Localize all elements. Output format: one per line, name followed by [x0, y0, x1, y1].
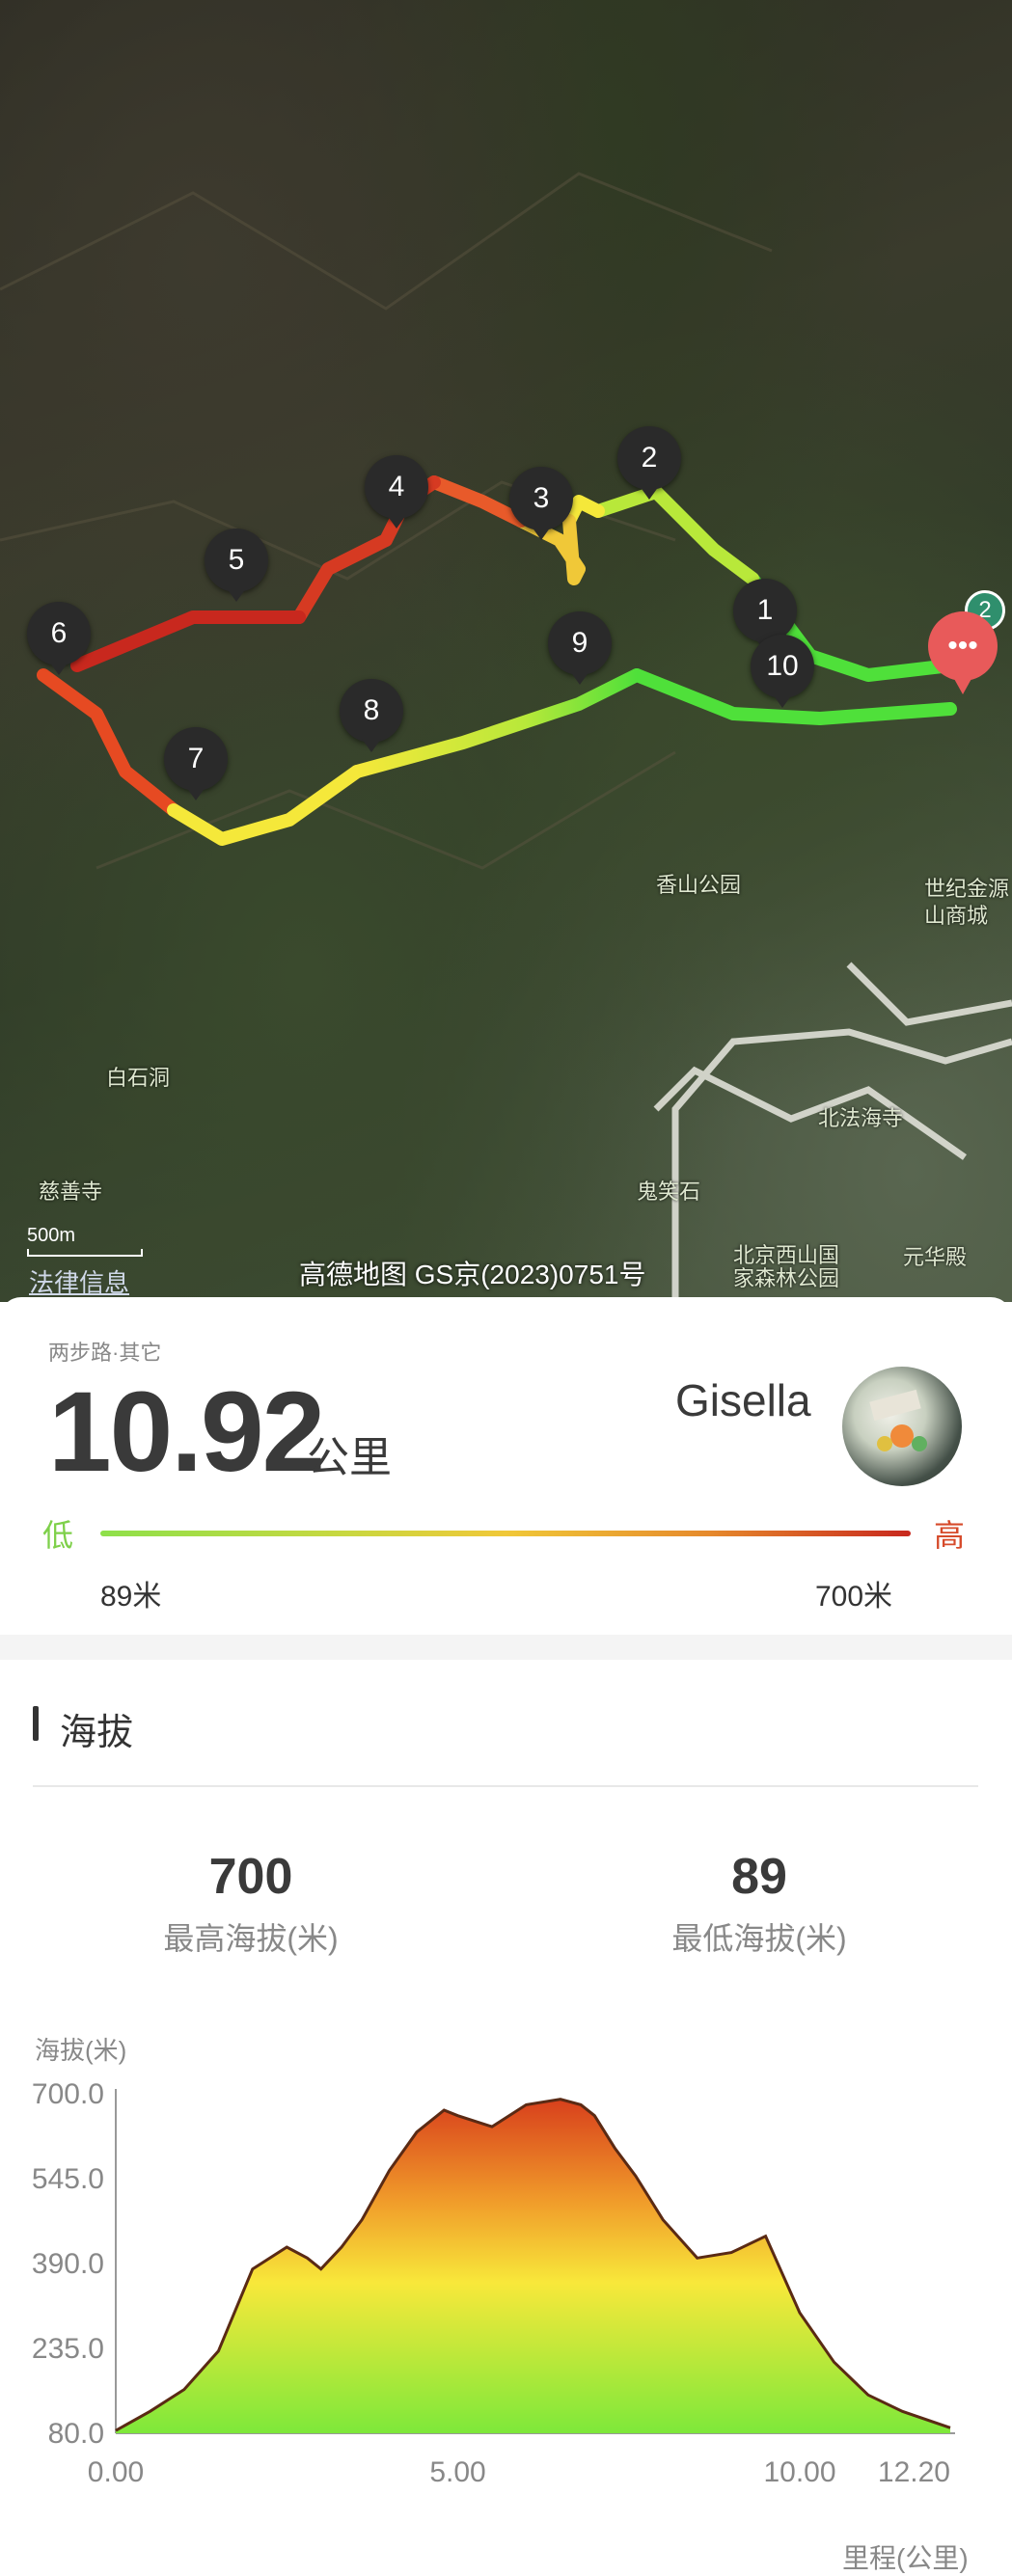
y-tick-label: 390.0 [32, 2248, 104, 2280]
chart-x-label: 里程(公里) [842, 2543, 969, 2573]
route-marker-7[interactable]: 7 [164, 727, 228, 800]
elevation-area [116, 2099, 950, 2433]
distance-unit: 公里 [307, 1434, 392, 1481]
map-label: 白石洞 [106, 1066, 171, 1090]
y-tick-label: 700.0 [32, 2078, 104, 2110]
high-label: 高 [934, 1518, 966, 1553]
high-value: 700米 [815, 1581, 893, 1613]
map-label: 慈善寺 [39, 1180, 103, 1204]
avatar-image [869, 1389, 927, 1451]
map-label: 北法海寺 [818, 1106, 904, 1130]
scale-label: 500m [27, 1225, 76, 1246]
route-marker-3[interactable]: 3 [509, 467, 573, 540]
map-copyright: 高德地图 GS京(2023)0751号 [299, 1260, 646, 1289]
route-map[interactable]: 1 2 3 4 5 6 7 8 9 10 香山公园 白石洞 慈善寺 鬼笑石 北法… [0, 0, 1012, 1302]
map-label: 元华殿 [903, 1245, 968, 1269]
section-divider-line [33, 1785, 978, 1787]
route-marker-10[interactable]: 10 [751, 635, 814, 708]
map-label: 鬼笑石 [637, 1180, 701, 1204]
route-marker-4[interactable]: 4 [365, 455, 428, 529]
x-ticks: 0.00 5.00 10.00 12.20 [88, 2456, 950, 2488]
min-elevation-value: 89 [731, 1849, 787, 1905]
map-label: 香山公园 [656, 873, 742, 897]
route-marker-9[interactable]: 9 [548, 611, 612, 685]
min-elevation-label: 最低海拔(米) [671, 1921, 847, 1956]
map-label: 山商城 [924, 904, 989, 928]
x-tick-label: 0.00 [88, 2456, 144, 2488]
route-marker-1[interactable]: 1 [733, 579, 797, 652]
elevation-section: 海拔 700 最高海拔(米) 89 最低海拔(米) 海拔(米) 700.0 545… [0, 1660, 1012, 2575]
more-dots-icon[interactable]: ••• [928, 611, 998, 694]
chart-y-label: 海拔(米) [35, 2036, 127, 2065]
section-marker [33, 1706, 39, 1741]
x-tick-label: 10.00 [763, 2456, 835, 2488]
avatar[interactable] [842, 1367, 962, 1486]
y-ticks: 700.0 545.0 390.0 235.0 80.0 [32, 2078, 104, 2450]
route-marker-8[interactable]: 8 [340, 679, 403, 752]
summary-card: 两步路·其它 10.92 公里 Gisella 低 高 89米 700米 [0, 1297, 1012, 1635]
elevation-chart[interactable]: 700.0 545.0 390.0 235.0 80.0 0.00 5.00 10.00 12… [0, 2074, 1012, 2537]
y-tick-label: 545.0 [32, 2163, 104, 2195]
max-elevation-label: 最高海拔(米) [163, 1921, 339, 1956]
elevation-gradient-bar [100, 1531, 911, 1536]
route-marker-2[interactable]: 2 [617, 426, 681, 500]
map-label: 北京西山国家森林公园 [733, 1243, 840, 1290]
y-tick-label: 235.0 [32, 2333, 104, 2365]
category-label: 两步路·其它 [48, 1341, 162, 1365]
map-scale: 500m [27, 1225, 143, 1257]
y-tick-label: 80.0 [48, 2418, 104, 2450]
route-marker-5[interactable]: 5 [205, 529, 268, 602]
section-title: 海拔 [60, 1713, 134, 1753]
username: Gisella [675, 1375, 811, 1425]
x-tick-label: 12.20 [878, 2456, 950, 2488]
route-marker-6[interactable]: 6 [27, 602, 91, 675]
legal-info-link[interactable]: 法律信息 [29, 1263, 129, 1299]
x-tick-label: 5.00 [429, 2456, 485, 2488]
max-elevation-value: 700 [208, 1849, 293, 1905]
section-divider [0, 1635, 1012, 1660]
low-label: 低 [42, 1518, 74, 1553]
low-value: 89米 [100, 1581, 162, 1613]
distance-value: 10.92 [48, 1369, 325, 1496]
